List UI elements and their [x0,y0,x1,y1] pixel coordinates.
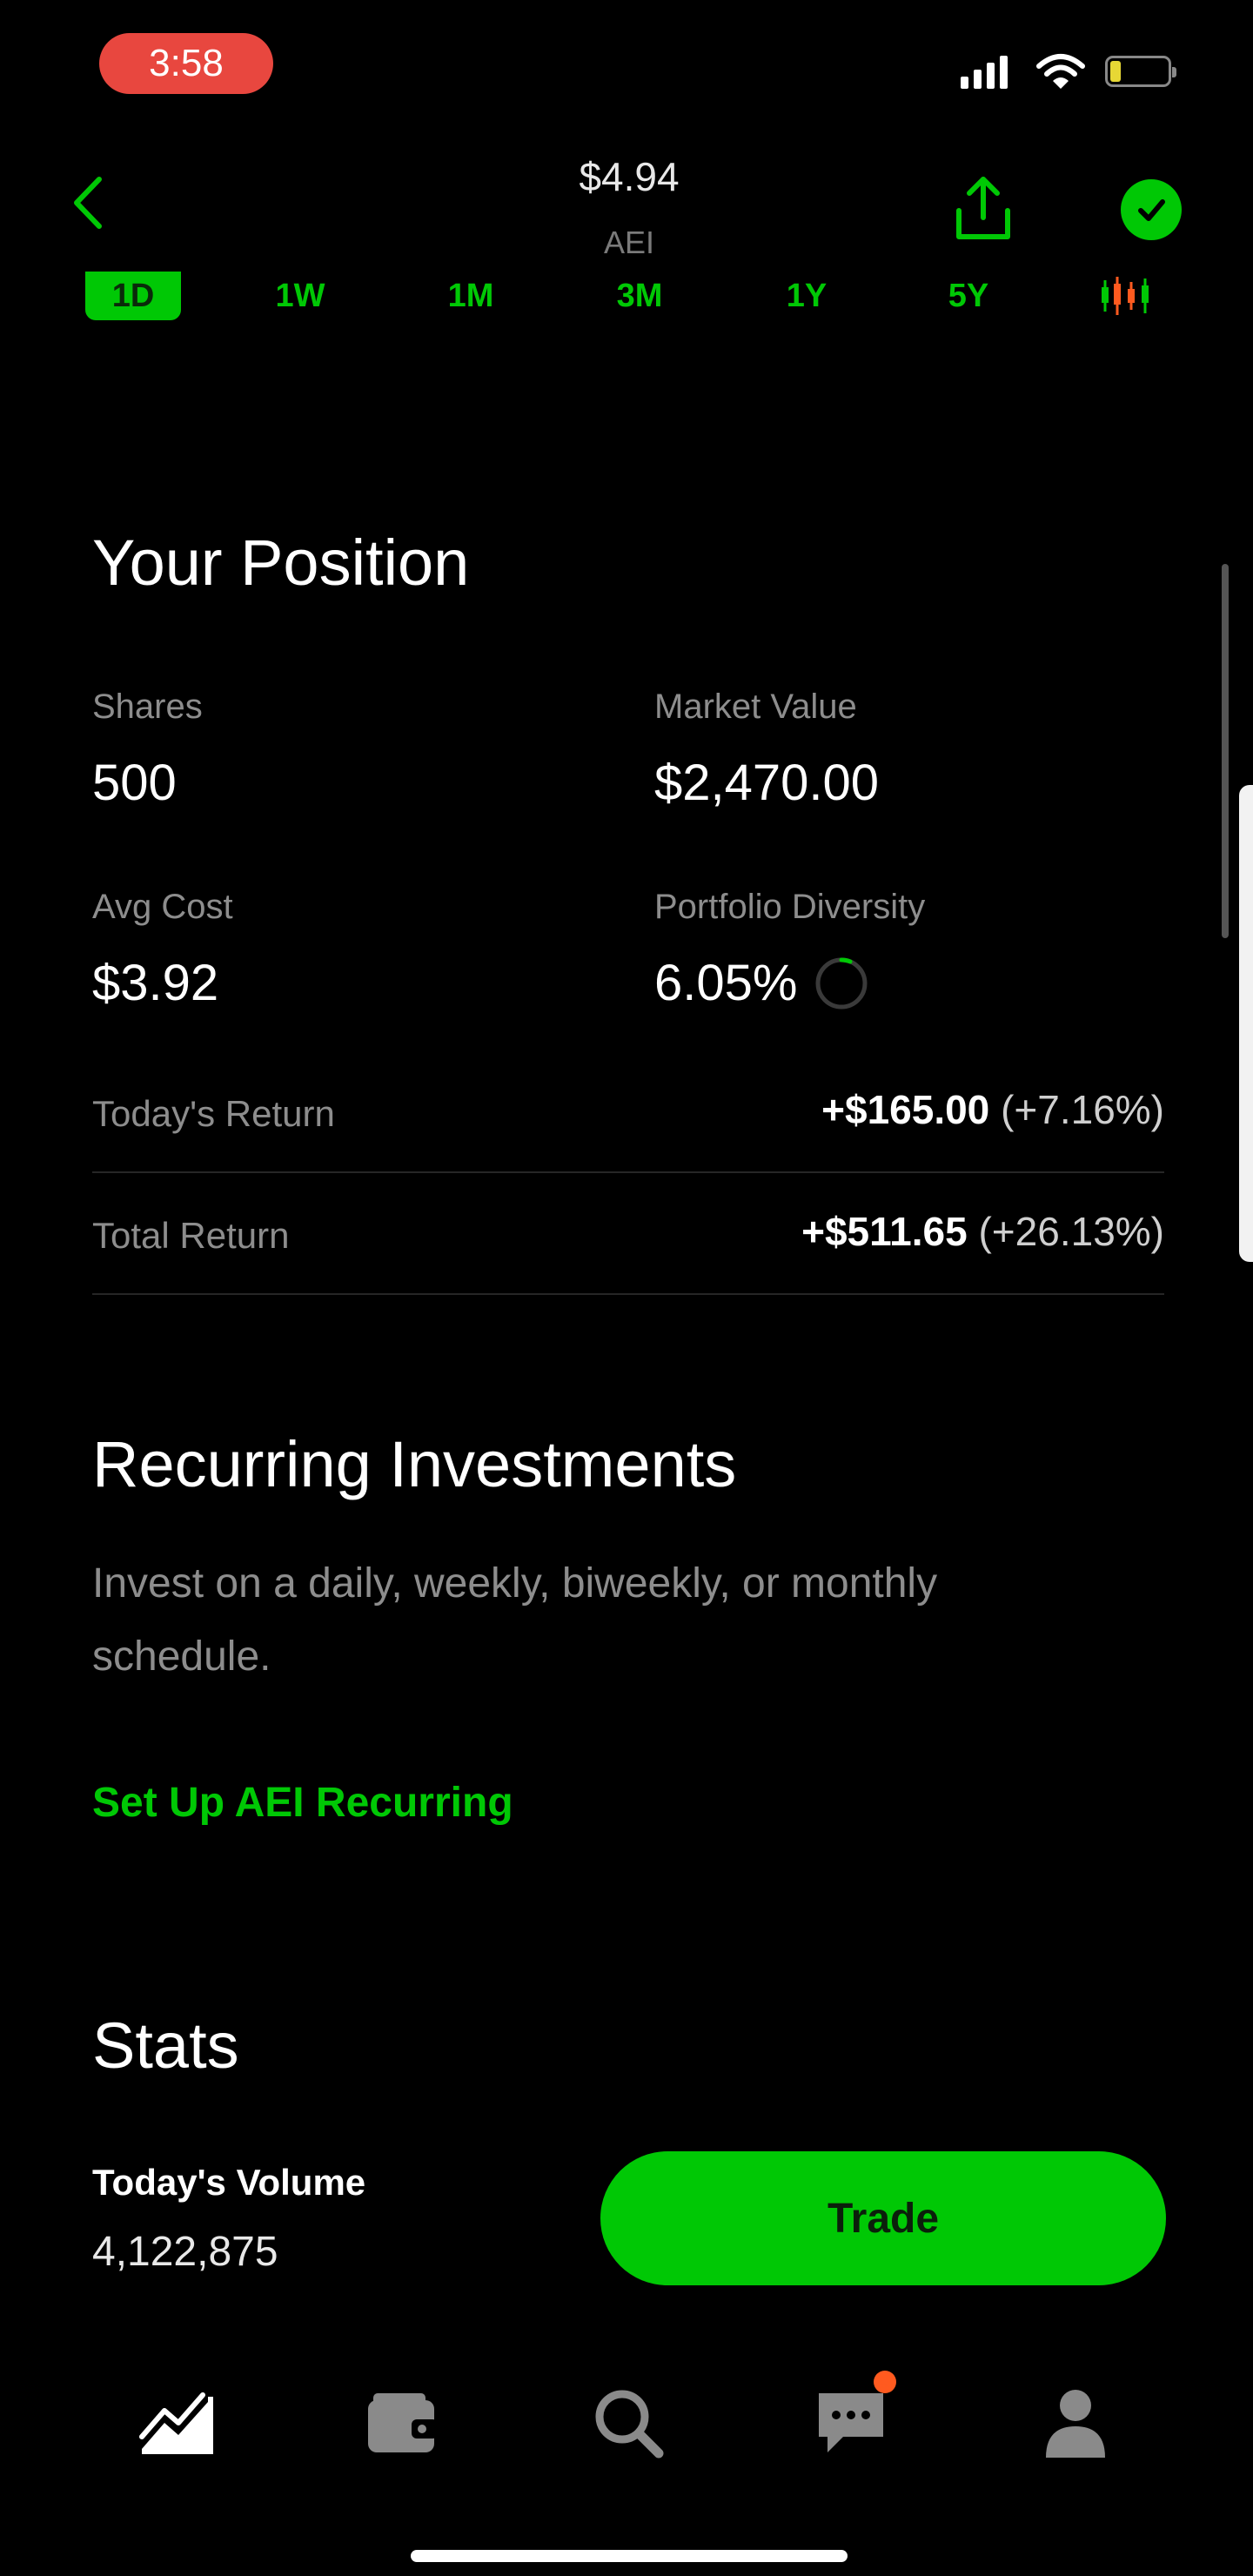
battery-icon [1105,56,1176,87]
scrollbar[interactable] [1222,564,1229,938]
nav-search[interactable] [585,2379,672,2466]
portfolio-diversity-value: 6.05% [654,955,798,1011]
side-sheet-edge[interactable] [1239,785,1253,1262]
home-indicator[interactable] [411,2550,848,2562]
search-icon [595,2390,664,2459]
volume-value: 4,122,875 [92,2229,278,2275]
recurring-description: Invest on a daily, weekly, biweekly, or … [92,1560,938,1680]
wallet-icon [368,2393,438,2452]
chat-icon [819,2393,883,2452]
avg-cost-label: Avg Cost [92,888,233,926]
recurring-title: Recurring Investments [92,1428,737,1500]
todays-return: +$165.00 (+7.16%) [821,1086,1164,1133]
watchlist-check-button[interactable] [1121,179,1182,240]
todays-return-percent: (+7.16%) [1001,1087,1164,1132]
nav-cash[interactable] [358,2379,446,2466]
setup-recurring-link[interactable]: Set Up AEI Recurring [92,1779,513,1827]
avg-cost-value: $3.92 [92,955,219,1011]
nav-investing[interactable] [134,2379,221,2466]
nav-account[interactable] [1032,2379,1119,2466]
total-return-amount: +$511.65 [801,1209,968,1254]
trade-button[interactable]: Trade [600,2151,1166,2285]
range-tab-1w[interactable]: 1W [261,272,339,320]
status-time: 3:58 [99,33,273,94]
shares-label: Shares [92,688,203,726]
chart-icon [139,2392,213,2454]
share-icon[interactable] [950,174,1016,244]
position-title: Your Position [92,527,470,599]
diversity-ring-fill [839,957,853,963]
stats-title: Stats [92,2009,239,2082]
checkmark-icon [1138,199,1165,221]
range-tab-1m[interactable]: 1M [432,272,510,320]
candlestick-toggle-icon[interactable] [1098,275,1152,317]
portfolio-diversity: 6.05% [654,954,868,1012]
portfolio-diversity-label: Portfolio Diversity [654,888,926,926]
todays-return-label: Today's Return [92,1093,335,1134]
range-tab-3m[interactable]: 3M [600,272,679,320]
market-value-label: Market Value [654,688,857,726]
wifi-icon [1036,54,1085,89]
diversity-ring-icon [815,957,868,1009]
total-return: +$511.65 (+26.13%) [801,1208,1164,1255]
header-ticker: AEI [603,225,655,260]
header-price: $4.94 [579,154,680,199]
shares-value: 500 [92,755,177,811]
todays-return-amount: +$165.00 [821,1087,990,1132]
range-tab-1y[interactable]: 1Y [767,272,846,320]
range-tab-5y[interactable]: 5Y [929,272,1008,320]
cell-signal-icon [961,56,1008,89]
profile-icon [1046,2390,1105,2458]
total-return-label: Total Return [92,1215,290,1256]
back-chevron-icon[interactable] [70,174,104,231]
volume-label: Today's Volume [92,2162,366,2203]
total-return-percent: (+26.13%) [978,1209,1164,1254]
divider [92,1293,1164,1295]
notification-badge [874,2371,896,2393]
range-tab-1d[interactable]: 1D [85,272,181,320]
divider [92,1171,1164,1173]
market-value: $2,470.00 [654,755,880,811]
